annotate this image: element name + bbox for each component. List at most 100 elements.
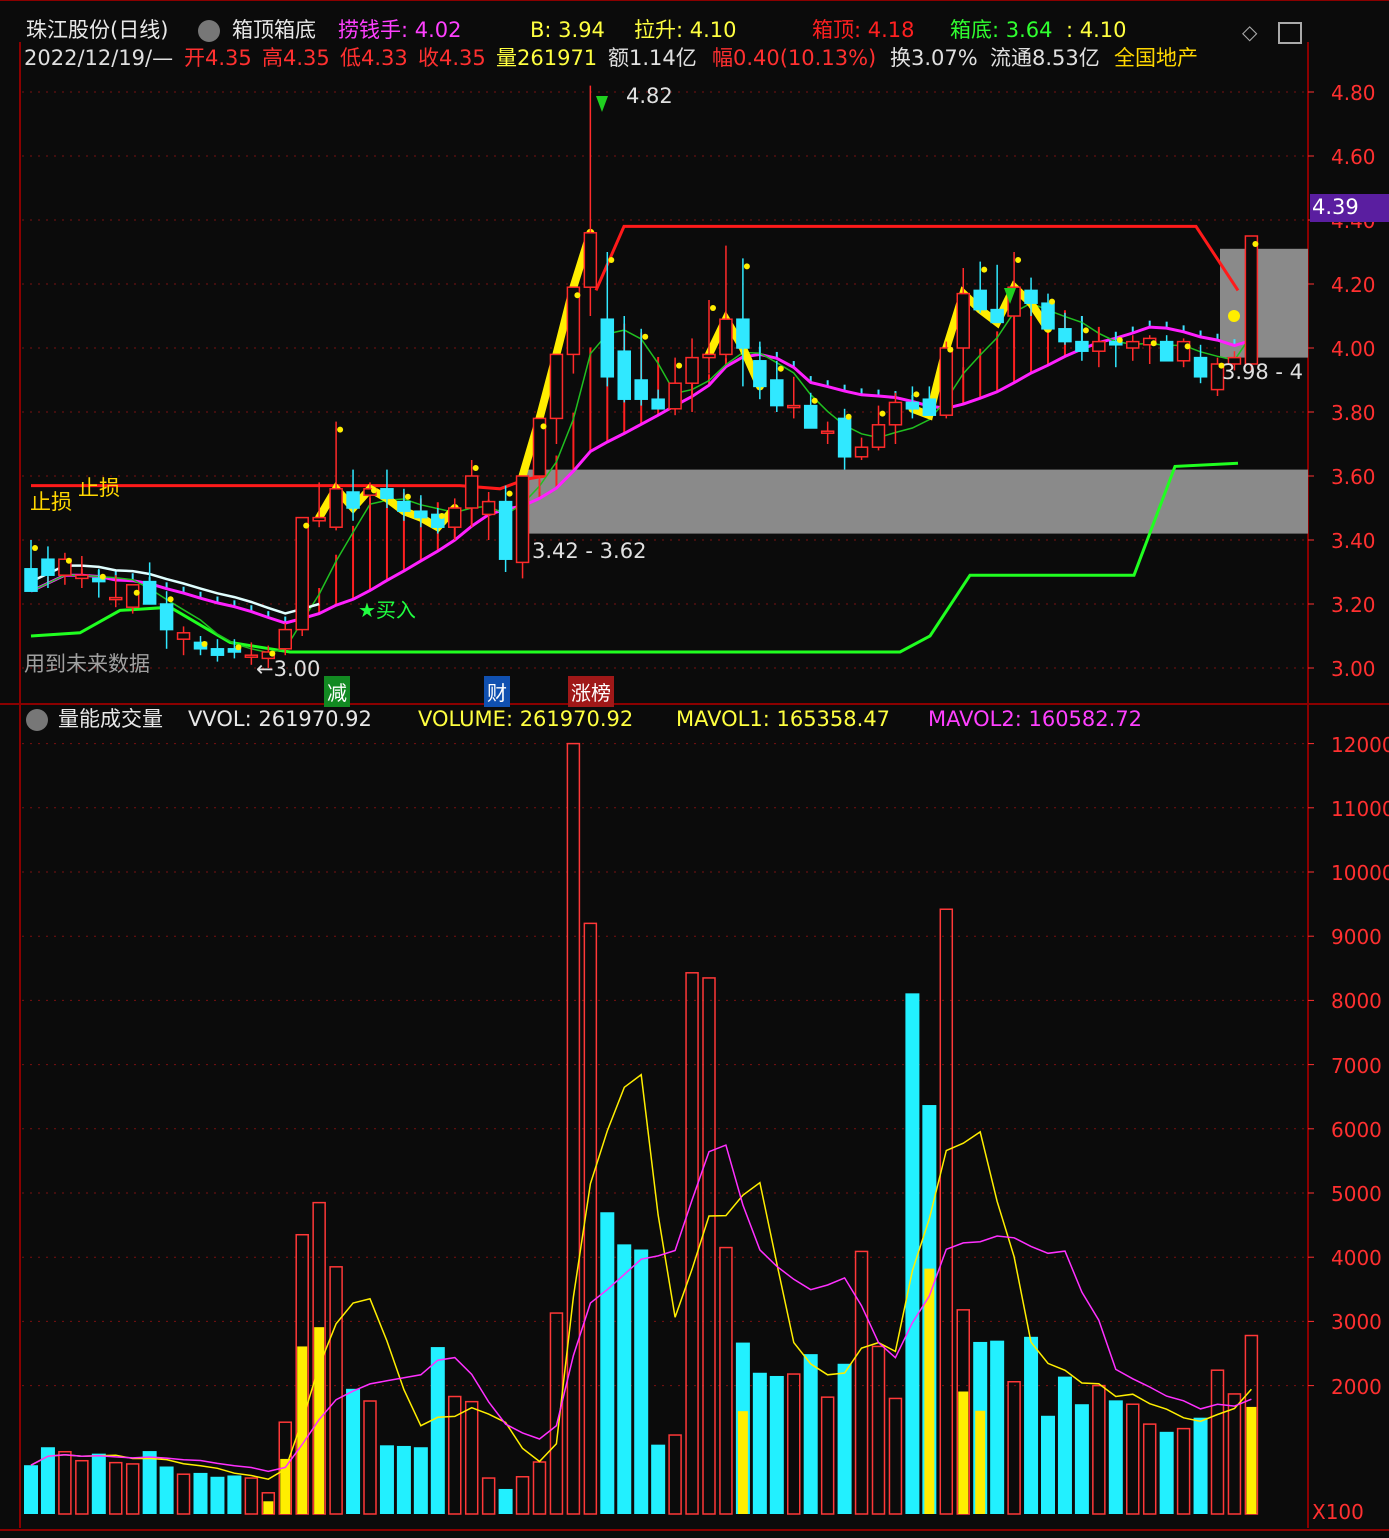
- volume-bar: [210, 1476, 225, 1514]
- volume-unit-label: X100: [1312, 1500, 1364, 1524]
- volume-stat-value: VOLUME: 261970.92: [418, 707, 634, 731]
- volume-bar: [854, 1250, 869, 1515]
- signal-dot: [913, 391, 920, 398]
- top-border: [0, 0, 1389, 1]
- signal-dot: [981, 266, 988, 273]
- volume-bar: [719, 1246, 733, 1515]
- signal-dot: [32, 545, 38, 551]
- volume-bar-highlight: [975, 1410, 986, 1514]
- volume-bar: [515, 1476, 530, 1515]
- volume-bar: [24, 1465, 38, 1514]
- candle-body: [787, 404, 801, 409]
- volume-bar: [990, 1340, 1005, 1514]
- signal-dot: [1252, 241, 1259, 247]
- volume-axis-label: 10000: [1331, 861, 1389, 885]
- signal-dot: [472, 465, 479, 471]
- event-tag-limit-up[interactable]: 涨榜: [568, 676, 614, 707]
- mavol2-value: MAVOL2: 160582.72: [928, 707, 1143, 731]
- volume-bar-highlight: [958, 1391, 969, 1514]
- candle-body: [583, 232, 598, 288]
- volume-axis-label: 2000: [1331, 1374, 1382, 1399]
- low-label: ←3.00: [256, 657, 321, 681]
- candle-body: [854, 446, 869, 458]
- candle-body: [176, 632, 191, 640]
- candle-body: [1159, 340, 1174, 362]
- volume-bar: [379, 1445, 394, 1514]
- box2-range-label: 3.98 - 4: [1222, 360, 1304, 384]
- volume-bar: [702, 977, 716, 1515]
- event-tag-reduce[interactable]: 减: [324, 676, 350, 707]
- volume-dropdown-icon[interactable]: [26, 709, 48, 731]
- volume-bar: [1193, 1417, 1208, 1514]
- volume-bar: [820, 1396, 835, 1515]
- candle-body: [770, 379, 784, 407]
- stop-loss-label-2: 止损: [78, 476, 120, 500]
- signal-dot: [65, 557, 72, 564]
- volume-bar-highlight: [737, 1411, 748, 1514]
- signal-dot: [303, 522, 310, 529]
- volume-bar: [532, 1461, 547, 1515]
- candle-body: [380, 488, 394, 500]
- candle-body: [803, 404, 818, 429]
- volume-panel-title[interactable]: 量能成交量: [58, 709, 163, 730]
- candle-body: [1244, 235, 1259, 365]
- candle-body: [905, 401, 920, 410]
- price-axis-label: 3.40: [1331, 529, 1376, 553]
- signal-dot: [133, 589, 140, 596]
- chart-canvas[interactable]: [0, 0, 1389, 1538]
- down-arrow-icon: [596, 96, 608, 112]
- vvol-value: VVOL: 261970.92: [188, 707, 372, 731]
- candle-body: [448, 507, 462, 528]
- volume-axis-label: 7000: [1331, 1053, 1382, 1078]
- volume-bar-highlight: [1246, 1406, 1257, 1514]
- volume-bar: [600, 1212, 615, 1514]
- current-price-tag: 4.39: [1310, 194, 1389, 222]
- candle-body: [75, 574, 89, 580]
- volume-bar: [40, 1447, 55, 1514]
- candle-body: [1041, 302, 1055, 330]
- signal-dot: [167, 596, 174, 603]
- candle-body: [651, 398, 665, 410]
- candle-body: [702, 353, 716, 359]
- candle-body: [837, 417, 852, 458]
- volume-bar: [481, 1477, 496, 1515]
- volume-axis-label: 6000: [1331, 1117, 1382, 1142]
- peak-label: 4.82: [626, 84, 673, 108]
- volume-bar: [159, 1466, 174, 1514]
- event-tag-finance[interactable]: 财: [484, 676, 510, 707]
- volume-axis-label: 12000: [1331, 732, 1389, 757]
- signal-dot: [879, 410, 886, 417]
- volume-bar: [1092, 1384, 1106, 1515]
- signal-dot: [777, 365, 784, 372]
- candle-body: [871, 424, 886, 448]
- box-zone-2: [1220, 248, 1308, 358]
- candle-body: [1092, 340, 1106, 352]
- signal-dot: [642, 333, 649, 340]
- candle-body: [939, 347, 954, 416]
- volume-bar: [142, 1451, 157, 1514]
- volume-bar: [1024, 1336, 1039, 1514]
- candle-body: [24, 568, 38, 592]
- candle-body: [41, 558, 55, 576]
- candle-body: [990, 308, 1004, 324]
- signal-dot: [811, 397, 818, 404]
- candle-body: [1075, 340, 1089, 352]
- box-top-line: [594, 224, 1240, 292]
- signal-dot: [438, 513, 445, 519]
- candle-body: [481, 500, 496, 516]
- volume-bar: [75, 1459, 89, 1515]
- volume-axis-label: 8000: [1331, 989, 1382, 1014]
- volume-bar: [498, 1488, 513, 1514]
- volume-axis-label: 3000: [1331, 1310, 1382, 1335]
- candle-body: [600, 318, 615, 378]
- signal-dot: [337, 426, 344, 433]
- box-zone-1: [526, 469, 1308, 534]
- candle-body: [736, 318, 750, 349]
- volume-bar: [91, 1453, 106, 1514]
- candle-body: [1193, 356, 1208, 378]
- volume-bar: [1142, 1423, 1157, 1515]
- candle-body: [922, 398, 937, 416]
- signal-dot: [269, 650, 276, 657]
- candle-body: [956, 292, 970, 349]
- volume-bar: [685, 972, 699, 1515]
